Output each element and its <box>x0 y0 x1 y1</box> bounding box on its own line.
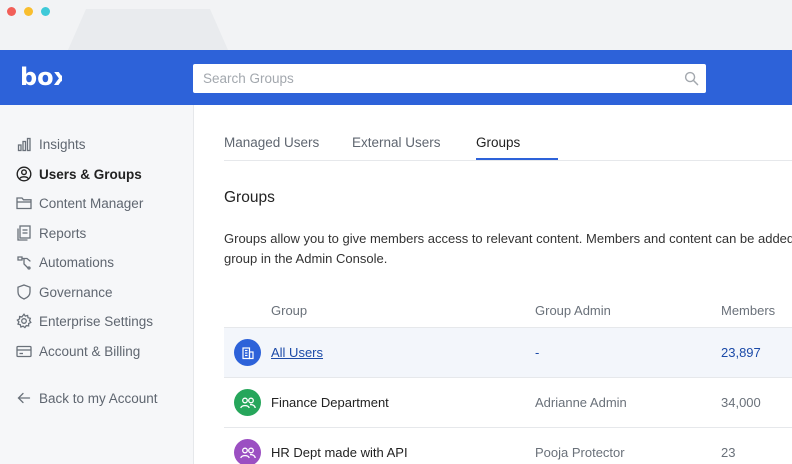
sidebar-item-label: Reports <box>39 225 87 241</box>
group-admin: - <box>535 345 540 360</box>
member-count: 34,000 <box>721 395 761 410</box>
table-row[interactable]: HR Dept made with API Pooja Protector 23 <box>224 427 792 464</box>
search-box <box>193 64 706 93</box>
box-logo[interactable]: box <box>20 64 62 90</box>
app-window: box Insights Users & Groups <box>0 0 792 464</box>
maximize-window-button[interactable] <box>41 7 50 16</box>
back-to-account-link[interactable]: Back to my Account <box>16 387 158 409</box>
column-header-group-admin[interactable]: Group Admin <box>535 303 611 318</box>
page-description: Groups allow you to give members access … <box>224 231 792 266</box>
sidebar-item-insights[interactable]: Insights <box>16 133 86 155</box>
shield-icon <box>16 284 32 300</box>
table-row[interactable]: All Users - 23,897 <box>224 327 792 377</box>
group-avatar <box>234 339 261 366</box>
tab-managed-users[interactable]: Managed Users <box>224 128 319 161</box>
credit-card-icon <box>16 343 32 359</box>
folder-icon <box>16 195 32 211</box>
tab-groups[interactable]: Groups <box>476 128 520 161</box>
sidebar-item-enterprise-settings[interactable]: Enterprise Settings <box>16 310 153 332</box>
tab-external-users[interactable]: External Users <box>352 128 441 161</box>
arrow-left-icon <box>16 390 32 406</box>
member-count: 23,897 <box>721 345 761 360</box>
column-header-members[interactable]: Members <box>721 303 775 318</box>
search-icon[interactable] <box>684 71 699 86</box>
building-icon <box>241 346 254 359</box>
automation-icon <box>16 254 32 270</box>
close-window-button[interactable] <box>7 7 16 16</box>
svg-text:box: box <box>20 64 62 90</box>
back-to-account-label: Back to my Account <box>39 390 158 406</box>
minimize-window-button[interactable] <box>24 7 33 16</box>
sidebar-item-users-groups[interactable]: Users & Groups <box>16 163 142 185</box>
sidebar-item-label: Content Manager <box>39 195 144 211</box>
sidebar-item-label: Enterprise Settings <box>39 313 154 329</box>
tab-bar: Managed Users External Users Groups <box>224 128 792 161</box>
group-name-link[interactable]: All Users <box>271 345 323 360</box>
sidebar-item-label: Automations <box>39 254 115 270</box>
browser-tab[interactable] <box>68 9 228 50</box>
sidebar-item-label: Governance <box>39 284 113 300</box>
sidebar: Insights Users & Groups Content Manager … <box>0 105 194 464</box>
user-circle-icon <box>16 166 32 182</box>
active-tab-indicator <box>476 158 558 160</box>
group-avatar <box>234 439 261 464</box>
table-row[interactable]: Finance Department Adrianne Admin 34,000 <box>224 377 792 427</box>
report-icon <box>16 225 32 241</box>
sidebar-item-label: Insights <box>39 136 86 152</box>
app-header: box <box>0 50 792 105</box>
sidebar-item-label: Account & Billing <box>39 343 141 359</box>
browser-chrome <box>0 0 792 50</box>
group-name[interactable]: HR Dept made with API <box>271 445 408 460</box>
sidebar-item-automations[interactable]: Automations <box>16 251 114 273</box>
sidebar-item-label: Users & Groups <box>39 166 142 182</box>
sidebar-item-content-manager[interactable]: Content Manager <box>16 192 143 214</box>
group-avatar <box>234 389 261 416</box>
group-admin: Adrianne Admin <box>535 395 627 410</box>
people-icon <box>239 447 256 458</box>
gear-icon <box>16 313 32 329</box>
search-input[interactable] <box>193 64 706 93</box>
group-admin: Pooja Protector <box>535 445 625 460</box>
group-name[interactable]: Finance Department <box>271 395 389 410</box>
sidebar-item-governance[interactable]: Governance <box>16 281 113 303</box>
sidebar-item-account-billing[interactable]: Account & Billing <box>16 340 140 362</box>
bar-chart-icon <box>16 136 32 152</box>
sidebar-item-reports[interactable]: Reports <box>16 222 86 244</box>
member-count: 23 <box>721 445 736 460</box>
column-header-group[interactable]: Group <box>271 303 307 318</box>
people-icon <box>239 397 256 408</box>
page-title: Groups <box>224 189 275 206</box>
